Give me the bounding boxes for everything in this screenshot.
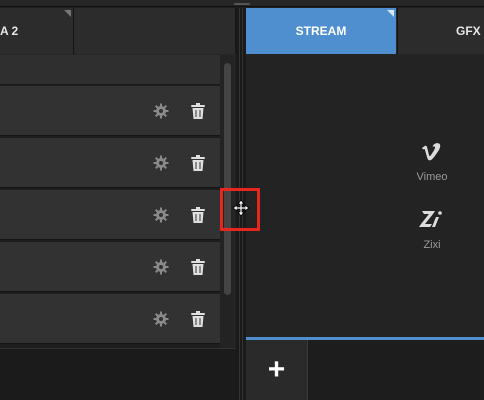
provider-vimeo[interactable]: Vimeo: [402, 142, 462, 183]
trash-icon[interactable]: [191, 259, 205, 275]
right-panel: STREAM GFX Vimeo Zixi +: [246, 8, 484, 400]
tab-stream[interactable]: STREAM: [246, 8, 396, 54]
source-list: [0, 55, 220, 348]
list-item[interactable]: [0, 294, 220, 344]
provider-zixi[interactable]: Zixi: [402, 208, 462, 251]
list-item[interactable]: [0, 190, 220, 240]
tab-gfx[interactable]: GFX: [397, 8, 484, 54]
right-bottom-bar: +: [246, 337, 484, 400]
provider-label: Vimeo: [416, 171, 448, 183]
left-tab-bar: A 2: [0, 8, 236, 54]
tab-label: STREAM: [295, 24, 347, 38]
gear-icon[interactable]: [153, 155, 169, 171]
gear-icon[interactable]: [153, 207, 169, 223]
add-button[interactable]: +: [246, 340, 308, 400]
resize-cursor-icon: [232, 199, 250, 217]
gear-icon[interactable]: [153, 311, 169, 327]
tab-corner-indicator: [387, 10, 394, 17]
tab-corner-indicator: [64, 10, 71, 17]
gear-icon[interactable]: [153, 103, 169, 119]
list-item[interactable]: [0, 242, 220, 292]
tab-label: GFX: [456, 24, 481, 38]
trash-icon[interactable]: [191, 103, 205, 119]
tab-label: A 2: [0, 24, 19, 38]
tab-camera-2[interactable]: A 2: [0, 8, 74, 54]
provider-label: Zixi: [423, 239, 441, 251]
list-header: [0, 55, 220, 85]
right-tab-bar: STREAM GFX: [246, 8, 484, 54]
list-item[interactable]: [0, 138, 220, 188]
zixi-icon: [419, 211, 442, 227]
top-grip-handle[interactable]: [234, 3, 250, 5]
trash-icon[interactable]: [191, 311, 205, 327]
scrollbar-thumb[interactable]: [224, 63, 231, 295]
trash-icon[interactable]: [191, 155, 205, 171]
top-border: [0, 0, 484, 7]
plus-icon: +: [267, 353, 286, 386]
list-item[interactable]: [0, 86, 220, 136]
trash-icon[interactable]: [191, 207, 205, 223]
left-panel: A 2: [0, 8, 236, 400]
tab-empty[interactable]: [75, 8, 236, 54]
gear-icon[interactable]: [153, 259, 169, 275]
left-bottom-bar: [0, 348, 236, 400]
vimeo-icon: [422, 143, 441, 161]
